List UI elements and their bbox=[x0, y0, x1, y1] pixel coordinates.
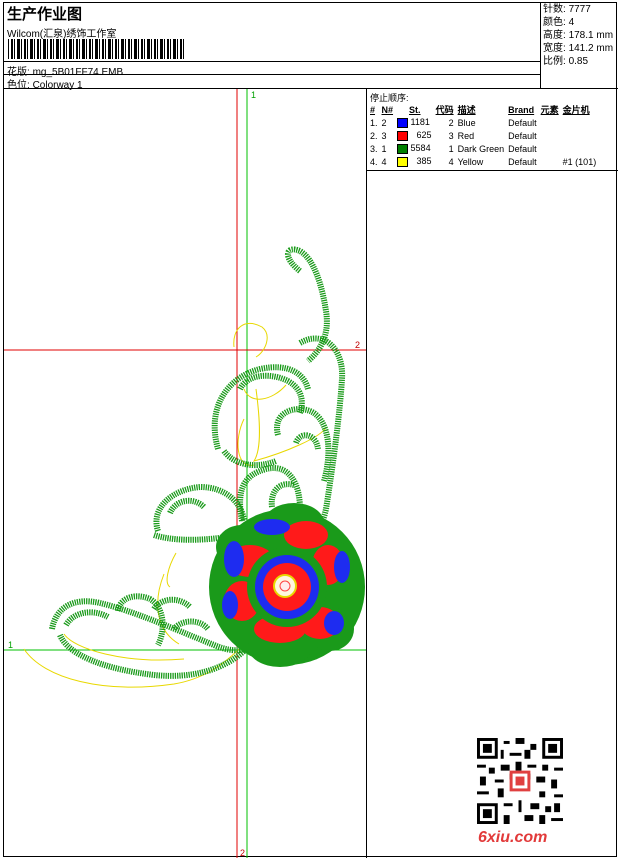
col-header: St. bbox=[409, 104, 421, 115]
stat-height: 高度: 178.1 mm bbox=[543, 30, 614, 41]
stat-colors: 颜色: 4 bbox=[543, 17, 575, 28]
sheet-title: 生产作业图 bbox=[7, 6, 83, 23]
stat-scale: 比例: 0.85 bbox=[543, 56, 589, 67]
table-row[interactable]: 3. 1 5584 1 Dark Green Default bbox=[368, 142, 598, 155]
col-header: 元素 bbox=[540, 105, 559, 115]
embroidery-preview: 1 2 1 2 bbox=[4, 89, 366, 858]
color-swatch bbox=[397, 143, 409, 154]
col-header: # bbox=[370, 104, 376, 115]
divider bbox=[4, 74, 541, 75]
flower-motif bbox=[209, 503, 365, 667]
col-header: 代码 bbox=[435, 105, 454, 115]
col-header: Brand bbox=[508, 104, 535, 115]
qr-code[interactable] bbox=[477, 738, 563, 824]
barcode bbox=[8, 39, 184, 59]
stop-sequence-panel: 停止顺序: # N# St. 代码 描述 Brand 元素 金片机 1. 2 1… bbox=[367, 89, 618, 171]
stat-width: 宽度: 141.2 mm bbox=[543, 43, 614, 54]
design-canvas[interactable]: 1 2 1 2 bbox=[4, 89, 367, 858]
col-header: 描述 bbox=[457, 105, 476, 115]
color-swatch bbox=[397, 117, 409, 128]
table-row[interactable]: 4. 4 385 4 Yellow Default #1 (101) bbox=[368, 155, 598, 168]
color-swatch bbox=[397, 130, 409, 141]
guide-label: 1 bbox=[8, 640, 13, 650]
col-header: N# bbox=[381, 104, 394, 115]
table-header-row: # N# St. 代码 描述 Brand 元素 金片机 bbox=[368, 103, 598, 116]
stop-sequence-table: # N# St. 代码 描述 Brand 元素 金片机 1. 2 1181 2 … bbox=[368, 103, 598, 168]
company-name: Wilcom(汇泉)绣饰工作室 bbox=[7, 29, 117, 40]
production-sheet: 生产作业图 Wilcom(汇泉)绣饰工作室 花版: mg_5B01FF74.EM… bbox=[3, 2, 618, 858]
col-header: 金片机 bbox=[562, 105, 590, 115]
table-row[interactable]: 1. 2 1181 2 Blue Default bbox=[368, 116, 598, 129]
guide-label: 1 bbox=[251, 90, 256, 100]
table-row[interactable]: 2. 3 625 3 Red Default bbox=[368, 129, 598, 142]
guide-label: 2 bbox=[355, 340, 360, 350]
divider bbox=[4, 61, 541, 62]
sheet-header: 生产作业图 Wilcom(汇泉)绣饰工作室 花版: mg_5B01FF74.EM… bbox=[4, 3, 541, 91]
design-stats: 针数: 7777 颜色: 4 高度: 178.1 mm 宽度: 141.2 mm… bbox=[541, 3, 618, 89]
stat-stitches: 针数: 7777 bbox=[543, 4, 591, 15]
watermark-site[interactable]: 6xiu.com bbox=[478, 829, 547, 847]
guide-label: 2 bbox=[240, 848, 245, 858]
color-swatch bbox=[397, 156, 409, 167]
